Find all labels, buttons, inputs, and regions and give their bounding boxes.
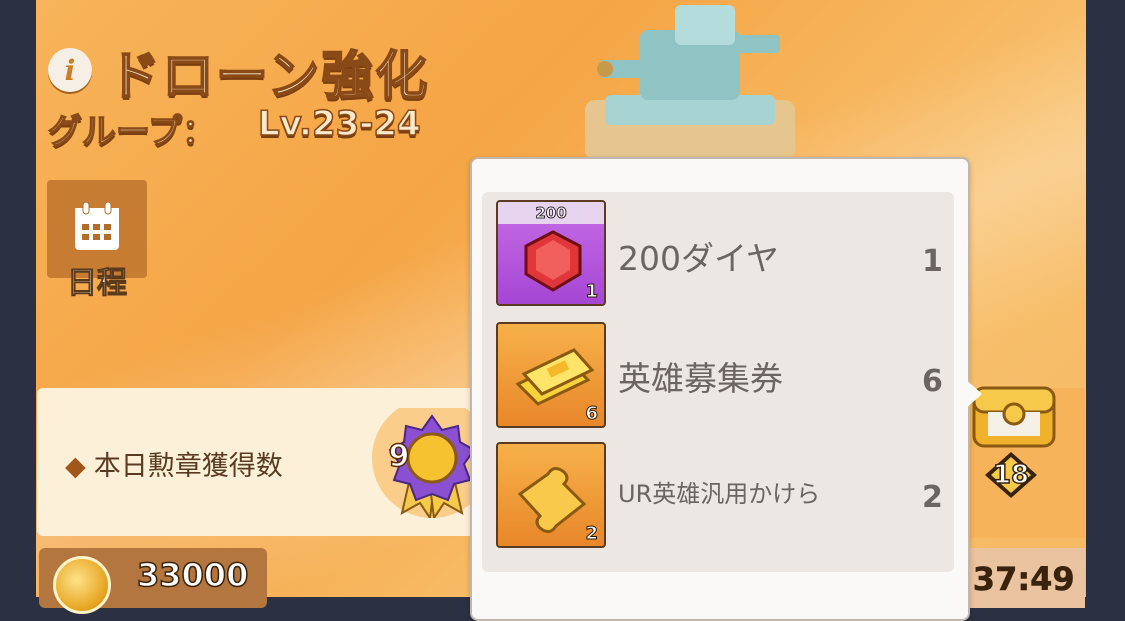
reward-list: 200 1 200ダイヤ 1 6 英雄募集券 6 2 UR英雄汎用かけら 2: [482, 192, 954, 572]
reward-row: 200 1 200ダイヤ 1: [482, 192, 954, 306]
diamond-bullet-icon: ◆: [65, 451, 86, 482]
reward-row: 6 英雄募集券 6: [482, 314, 954, 428]
reward-tile[interactable]: 2: [496, 442, 606, 548]
reward-count: 1: [922, 244, 943, 279]
calendar-icon: [75, 201, 119, 250]
reward-count: 2: [922, 480, 943, 515]
page-title: ドローン強化: [107, 46, 430, 108]
info-icon[interactable]: i: [48, 48, 92, 92]
tile-quantity: 6: [585, 403, 598, 425]
medal-coin-icon: [53, 556, 111, 614]
tile-quantity: 2: [585, 523, 598, 545]
reward-popup: 200 1 200ダイヤ 1 6 英雄募集券 6 2 UR英雄汎用かけら 2: [470, 157, 970, 621]
reward-tile[interactable]: 6: [496, 322, 606, 428]
schedule-label: 日程: [67, 266, 128, 302]
daily-medal-count: 9: [388, 438, 410, 475]
tile-quantity: 1: [585, 281, 598, 303]
reward-tile[interactable]: 200 1: [496, 200, 606, 306]
daily-medal-label: ◆ 本日勲章獲得数: [65, 444, 283, 483]
drone-icon: [585, 5, 795, 160]
chest-count: 18: [992, 459, 1030, 491]
reward-name: 英雄募集券: [618, 359, 783, 398]
coin-balance: 33000: [39, 548, 267, 614]
group-label: グループ：: [47, 111, 216, 153]
schedule-button[interactable]: 日程: [47, 180, 147, 302]
reward-name: UR英雄汎用かけら: [618, 480, 821, 508]
reward-name: 200ダイヤ: [618, 239, 779, 278]
daily-medal-text: 本日勲章獲得数: [93, 451, 283, 482]
coin-value: 33000: [136, 555, 249, 595]
reward-row: 2 UR英雄汎用かけら 2: [482, 434, 954, 548]
popup-pointer: [962, 376, 982, 412]
reward-count: 6: [922, 364, 943, 399]
group-level-range: Lv.23-24: [257, 103, 421, 145]
countdown-timer: :37:49: [960, 560, 1075, 599]
